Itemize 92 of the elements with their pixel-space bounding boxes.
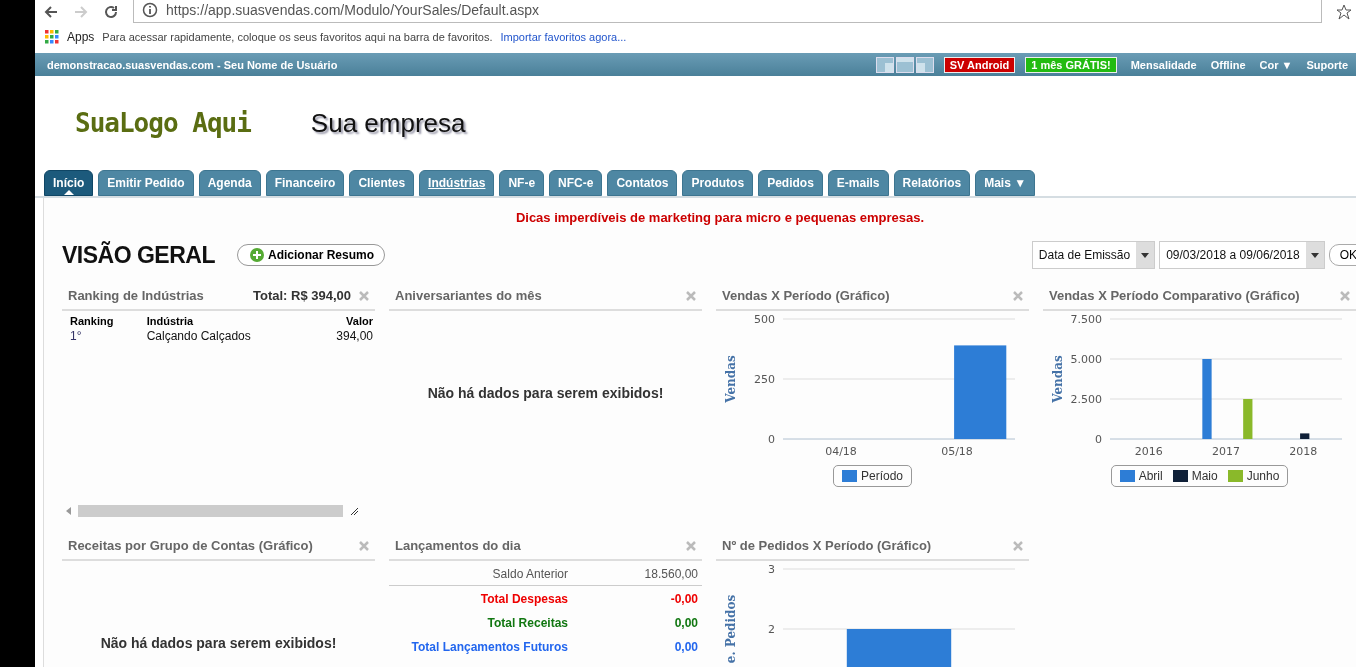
ok-button[interactable]: OK [1328, 244, 1356, 266]
nav-tab[interactable]: Clientes [349, 170, 415, 196]
logo: SuaLogo Aqui [75, 108, 251, 138]
axis-tick-label: 05/18 [940, 445, 973, 458]
entry-value: 18.560,00 [643, 567, 698, 581]
nav-tab[interactable]: Início [44, 170, 94, 196]
nav-tab[interactable]: NF-e [499, 170, 545, 196]
axis-tick-label: 2.500 [1070, 393, 1102, 406]
apps-icon [45, 30, 59, 44]
promo-badge[interactable]: SV Android [943, 56, 1016, 73]
nav-tab[interactable]: Agenda [198, 170, 261, 196]
nav-tab[interactable]: Contatos [607, 170, 678, 196]
plus-icon [249, 248, 264, 262]
apps-link[interactable]: Apps [67, 30, 95, 44]
axis-tick-label: 0 [1094, 433, 1102, 446]
column-header: Valor [345, 314, 374, 327]
nav-tab[interactable]: Emitir Pedido [98, 170, 194, 196]
page-title: VISÃO GERAL [62, 241, 215, 269]
widget-title: Nº de Pedidos X Período (Gráfico) [722, 537, 933, 553]
header-link[interactable]: Mensalidade [1130, 58, 1197, 71]
widget-title: Vendas X Período (Gráfico) [722, 287, 891, 303]
table-cell-text: 394,00 [335, 328, 374, 343]
axis-tick-label: 2016 [1134, 445, 1163, 458]
axis-tick-label: 5.000 [1070, 353, 1102, 366]
date-range-select[interactable]: 09/03/2018 a 09/06/2018 [1159, 241, 1325, 269]
reload-icon [103, 4, 119, 20]
entry-label: Saldo Anterior [492, 567, 568, 581]
legend-label: Junho [1246, 469, 1280, 483]
nav-tab[interactable]: Produtos [682, 170, 754, 196]
axis-label: Vendas [723, 355, 738, 403]
dropdown-arrow-icon[interactable] [1141, 252, 1150, 258]
star-icon [1336, 4, 1352, 20]
axis-label: e. Pedidos [723, 594, 738, 664]
scroll-left-icon [66, 507, 72, 515]
empty-message: Não há dados para serem exibidos! [100, 635, 337, 651]
layout-icon [875, 56, 894, 73]
table-cell: 1° [62, 327, 145, 343]
marketing-link[interactable]: Dicas imperdíveis de marketing para micro e pequenas empresas. [44, 198, 1356, 225]
total-text: Total: R$ 394,00 [252, 287, 351, 303]
nav-tab[interactable]: Pedidos [758, 170, 823, 196]
header-link[interactable]: Cor ▼ [1259, 58, 1293, 71]
entry-value: 0,00 [673, 616, 698, 630]
nav-tab[interactable]: E-mails [827, 170, 889, 196]
header-link[interactable]: Suporte [1306, 58, 1348, 71]
resize-icon [349, 506, 359, 516]
axis-tick-label: 2017 [1211, 445, 1240, 458]
axis-label: Vendas [1050, 355, 1065, 403]
address-bar[interactable]: https://app.suasvendas.com/Modulo/YourSales/Default.aspx [133, 0, 1322, 23]
axis-tick-label: 500 [753, 313, 775, 326]
bookmarks-hint: Para acessar rapidamente, coloque os seus favoritos aqui na barra de favoritos. [102, 31, 493, 43]
widget-title: Lançamentos do dia [395, 537, 522, 553]
entry-label: Total Lançamentos Futuros [411, 640, 568, 654]
legend-label: Período [861, 469, 903, 483]
axis-tick-label: 250 [753, 373, 775, 386]
add-summary-button[interactable]: Adicionar Resumo [236, 244, 385, 266]
widget-title: Receitas por Grupo de Contas (Gráfico) [68, 537, 314, 553]
axis-tick-label: 7.500 [1070, 313, 1102, 326]
axis-tick-label: 04/18 [824, 445, 857, 458]
legend-label: Abril [1138, 469, 1163, 483]
entry-value: -0,00 [669, 592, 698, 606]
entry-label: Total Despesas [480, 592, 568, 606]
nav-tab[interactable]: Financeiro [265, 170, 345, 196]
entry-label: Total Receitas [487, 616, 568, 630]
nav-tab[interactable]: NFC-e [549, 170, 603, 196]
layout-icon [895, 56, 914, 73]
column-header: Ranking [69, 314, 115, 327]
empty-message: Não há dados para serem exibidos! [427, 385, 664, 401]
nav-tab[interactable]: Indústrias [419, 170, 495, 196]
info-icon [142, 1, 158, 18]
date-type-select[interactable]: Data de Emissão [1031, 241, 1156, 269]
header-link[interactable]: Offline [1210, 58, 1246, 71]
dropdown-arrow-icon[interactable] [1310, 252, 1319, 258]
widget-title: Vendas X Período Comparativo (Gráfico) [1049, 287, 1301, 303]
widget-title: Aniversariantes do mês [395, 287, 543, 303]
nav-tab[interactable]: Mais ▼ [975, 170, 1036, 196]
axis-tick-label: 3 [767, 563, 775, 576]
promo-badge[interactable]: 1 mês GRÁTIS! [1025, 56, 1117, 73]
legend-label: Maio [1191, 469, 1218, 483]
company-name: Sua empresa [310, 107, 466, 139]
column-header: Indústria [145, 314, 195, 327]
axis-tick-label: 0 [767, 433, 775, 446]
import-link[interactable]: Importar favoritos agora... [500, 31, 627, 43]
entry-value: 0,00 [673, 640, 698, 654]
widget-title: Ranking de Indústrias [68, 287, 205, 303]
nav-tab[interactable]: Relatórios [893, 170, 971, 196]
axis-tick-label: 2 [767, 623, 775, 636]
site-title: demonstracao.suasvendas.com - Seu Nome de Usuário [47, 58, 338, 71]
layout-icon [915, 56, 934, 73]
axis-tick-label: 2018 [1288, 445, 1317, 458]
back-icon[interactable] [43, 4, 59, 20]
scrollbar-thumb[interactable] [78, 505, 343, 517]
table-cell-text: Calçando Calçados [145, 328, 252, 343]
